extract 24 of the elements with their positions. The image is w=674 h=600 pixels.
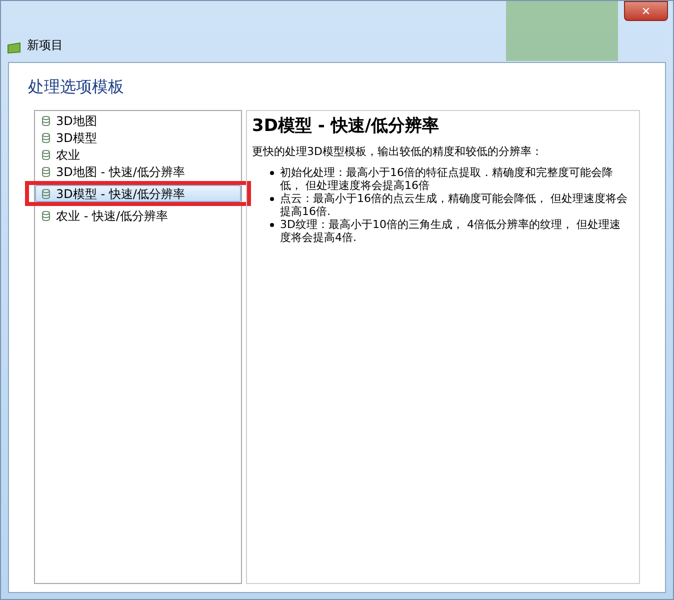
- section-heading: 处理选项模板: [28, 76, 124, 98]
- window-title: 新项目: [27, 37, 63, 54]
- bullet-icon: [270, 197, 274, 201]
- bullet-icon: [270, 171, 274, 175]
- app-icon: [7, 42, 21, 54]
- database-icon: [42, 116, 50, 126]
- bullet-text: 初始化处理：最高小于16倍的特征点提取．精确度和完整度可能会降低， 但处理速度将会提高16倍: [280, 166, 614, 192]
- database-icon: [42, 166, 50, 176]
- template-intro: 更快的处理3D模型模板，输出较低的精度和较低的分辨率：: [252, 144, 542, 160]
- template-item[interactable]: 3D地图: [35, 112, 241, 129]
- database-icon: [42, 150, 50, 160]
- database-icon: [42, 210, 50, 220]
- template-item[interactable]: 3D模型: [35, 129, 241, 146]
- bullet-text: 3D纹理：最高小于10倍的三角生成， 4倍低分辨率的纹理， 但处理速度将会提高4倍.: [280, 218, 622, 244]
- bullet-icon: [270, 223, 274, 227]
- template-item[interactable]: 农业: [35, 146, 241, 163]
- template-title: 3D模型 - 快速/低分辨率: [252, 115, 440, 138]
- bullet-text: 点云：最高小于16倍的点云生成，精确度可能会降低， 但处理速度将会提高16倍.: [280, 192, 628, 218]
- database-icon: [42, 132, 50, 142]
- template-item[interactable]: 3D地图 - 快速/低分辨率: [35, 163, 241, 180]
- template-item[interactable]: 3D模型 - 快速/低分辨率: [35, 185, 241, 202]
- template-item[interactable]: 农业 - 快速/低分辨率: [35, 207, 241, 224]
- close-button[interactable]: ✕: [624, 1, 668, 21]
- database-icon: [42, 188, 50, 198]
